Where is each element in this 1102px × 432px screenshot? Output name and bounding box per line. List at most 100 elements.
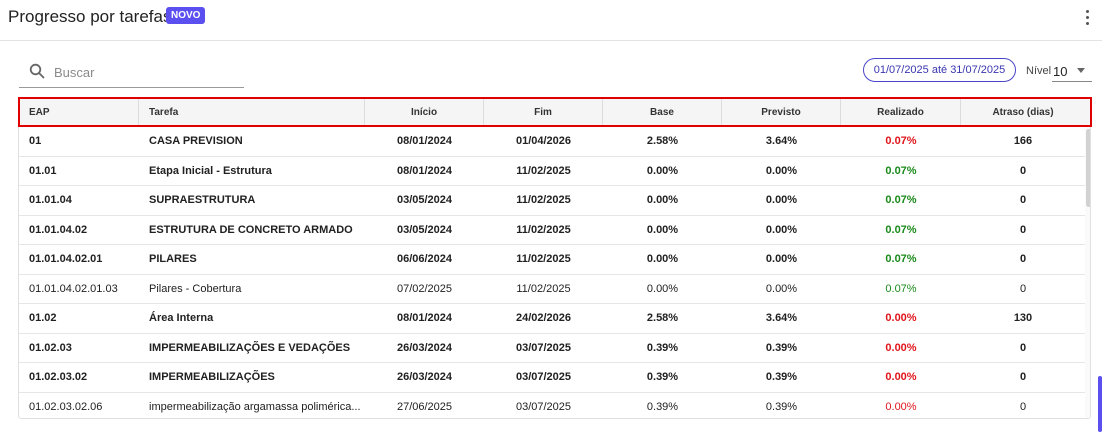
- cell-base: 0.39%: [646, 400, 679, 413]
- column-header-realizado[interactable]: Realizado: [841, 98, 961, 127]
- cell-base: 2.58%: [646, 312, 679, 324]
- cell-eap: 01.01.04.02: [29, 223, 88, 236]
- column-header-tarefa[interactable]: Tarefa: [139, 98, 365, 127]
- cell-tarefa: IMPERMEABILIZAÇÕES: [149, 371, 275, 383]
- cell-inicio: 03/05/2024: [396, 223, 453, 236]
- table-row[interactable]: 01.01.04.02.01 PILARES 06/06/2024 11/02/202…: [19, 245, 1085, 275]
- cell-previsto: 0.39%: [765, 371, 798, 383]
- cell-previsto: 0.00%: [765, 194, 798, 206]
- column-header-inicio[interactable]: Início: [365, 98, 484, 127]
- cell-tarefa: IMPERMEABILIZAÇÕES E VEDAÇÕES: [149, 341, 351, 354]
- new-badge: NOVO: [166, 7, 206, 24]
- cell-realizado: 0.07%: [885, 164, 917, 177]
- cell-fim: 01/04/2026: [515, 135, 572, 147]
- cell-inicio: 07/02/2025: [396, 282, 453, 295]
- cell-atraso: 0: [1019, 341, 1027, 354]
- cell-atraso: 0: [1019, 371, 1027, 383]
- table-row[interactable]: 01 CASA PREVISION 08/01/2024 01/04/2026 2.58…: [19, 127, 1085, 157]
- cell-tarefa: CASA PREVISION: [149, 135, 243, 147]
- cell-base: 0.00%: [646, 194, 679, 206]
- date-range-chip[interactable]: 01/07/2025 até 31/07/2025: [863, 58, 1016, 82]
- cell-realizado: 0.07%: [885, 223, 917, 236]
- cell-previsto: 0.00%: [765, 253, 798, 265]
- cell-base: 0.39%: [646, 371, 679, 383]
- cell-base: 0.00%: [646, 164, 679, 177]
- cell-base: 0.00%: [646, 253, 679, 265]
- cell-tarefa: impermeabilização argamassa poliméricа..…: [149, 400, 361, 413]
- vertical-scrollbar[interactable]: [1085, 127, 1090, 418]
- cell-inicio: 08/01/2024: [396, 135, 453, 147]
- cell-tarefa: ESTRUTURA DE CONCRETO ARMADO: [149, 223, 353, 236]
- cell-atraso: 0: [1019, 223, 1027, 236]
- cell-eap: 01.01.04.02.01: [29, 253, 103, 265]
- page-header: Progresso por tarefas NOVO: [0, 0, 1102, 41]
- cell-fim: 11/02/2025: [516, 253, 571, 265]
- search-input[interactable]: [54, 61, 239, 83]
- more-vertical-icon[interactable]: [1080, 6, 1096, 28]
- cell-previsto: 3.64%: [765, 135, 798, 147]
- cell-previsto: 0.00%: [765, 282, 798, 295]
- cell-inicio: 26/03/2024: [396, 371, 453, 383]
- cell-eap: 01.02: [29, 312, 57, 324]
- cell-realizado: 0.00%: [885, 312, 917, 324]
- cell-inicio: 08/01/2024: [396, 164, 453, 177]
- cell-inicio: 03/05/2024: [396, 194, 453, 206]
- column-header-fim[interactable]: Fim: [484, 98, 603, 127]
- cell-realizado: 0.00%: [885, 341, 917, 354]
- cell-base: 2.58%: [646, 135, 679, 147]
- scrollbar-thumb[interactable]: [1086, 129, 1090, 207]
- search-icon: [29, 63, 45, 79]
- cell-fim: 11/02/2025: [516, 282, 571, 295]
- column-header-atraso[interactable]: Atraso (dias): [961, 98, 1085, 127]
- cell-eap: 01.01.04.02.01.03: [29, 282, 118, 295]
- table-row[interactable]: 01.02.03 IMPERMEABILIZAÇÕES E VEDAÇÕES 26/…: [19, 334, 1085, 363]
- cell-eap: 01.02.03.02: [29, 371, 88, 383]
- cell-realizado: 0.00%: [885, 400, 917, 413]
- nivel-label: Nível: [1026, 65, 1052, 77]
- table-body: 01 CASA PREVISION 08/01/2024 01/04/2026 2.58…: [19, 127, 1085, 419]
- table-row[interactable]: 01.01.04.02 ESTRUTURA DE CONCRETO ARMADO 0…: [19, 216, 1085, 245]
- chevron-down-icon: [1077, 68, 1085, 73]
- cell-inicio: 26/03/2024: [396, 341, 453, 354]
- cell-previsto: 3.64%: [765, 312, 798, 324]
- table-row[interactable]: 01.01.04 SUPRAESTRUTURA 03/05/2024 11/02/20…: [19, 186, 1085, 216]
- cell-previsto: 0.00%: [765, 223, 798, 236]
- cell-tarefa: PILARES: [149, 253, 197, 265]
- table-header: EAP Tarefa Início Fim Base Previsto Real…: [19, 98, 1090, 127]
- cell-realizado: 0.07%: [885, 194, 917, 206]
- column-header-base[interactable]: Base: [603, 98, 722, 127]
- cell-inicio: 27/06/2025: [396, 400, 453, 413]
- search-box: [19, 58, 244, 88]
- cell-fim: 11/02/2025: [516, 194, 571, 206]
- cell-base: 0.39%: [646, 341, 679, 354]
- cell-eap: 01.01: [29, 164, 57, 177]
- column-header-previsto[interactable]: Previsto: [722, 98, 841, 127]
- table-row[interactable]: 01.02 Área Interna 08/01/2024 24/02/2026 2.5…: [19, 304, 1085, 334]
- cell-fim: 03/07/2025: [515, 400, 572, 413]
- tasks-table: EAP Tarefa Início Fim Base Previsto Real…: [18, 97, 1091, 419]
- cell-previsto: 0.39%: [765, 341, 798, 354]
- cell-eap: 01.01.04: [29, 194, 72, 206]
- nivel-select[interactable]: 10: [1052, 60, 1092, 82]
- table-row[interactable]: 01.01.04.02.01.03 Pilares - Cobertura 07/0…: [19, 275, 1085, 304]
- cell-inicio: 08/01/2024: [396, 312, 453, 324]
- cell-realizado: 0.07%: [885, 282, 917, 295]
- cell-tarefa: Área Interna: [149, 312, 214, 324]
- cell-atraso: 0: [1019, 282, 1027, 295]
- cell-atraso: 0: [1019, 253, 1027, 265]
- cell-inicio: 06/06/2024: [396, 253, 453, 265]
- cell-fim: 03/07/2025: [515, 341, 572, 354]
- cell-atraso: 166: [1013, 135, 1033, 147]
- nivel-value: 10: [1053, 64, 1068, 79]
- cell-atraso: 0: [1019, 400, 1027, 413]
- cell-fim: 03/07/2025: [515, 371, 572, 383]
- table-row[interactable]: 01.01 Etapa Inicial - Estrutura 08/01/2024…: [19, 157, 1085, 186]
- cell-fim: 24/02/2026: [515, 312, 572, 324]
- cell-tarefa: Etapa Inicial - Estrutura: [149, 164, 272, 177]
- cell-eap: 01: [29, 135, 42, 147]
- cell-fim: 11/02/2025: [516, 164, 571, 177]
- side-panel-tab[interactable]: [1098, 376, 1102, 432]
- table-row[interactable]: 01.02.03.02 IMPERMEABILIZAÇÕES 26/03/2024 0…: [19, 363, 1085, 393]
- table-row[interactable]: 01.02.03.02.06 impermeabilização argamass…: [19, 393, 1085, 419]
- column-header-eap[interactable]: EAP: [19, 98, 139, 127]
